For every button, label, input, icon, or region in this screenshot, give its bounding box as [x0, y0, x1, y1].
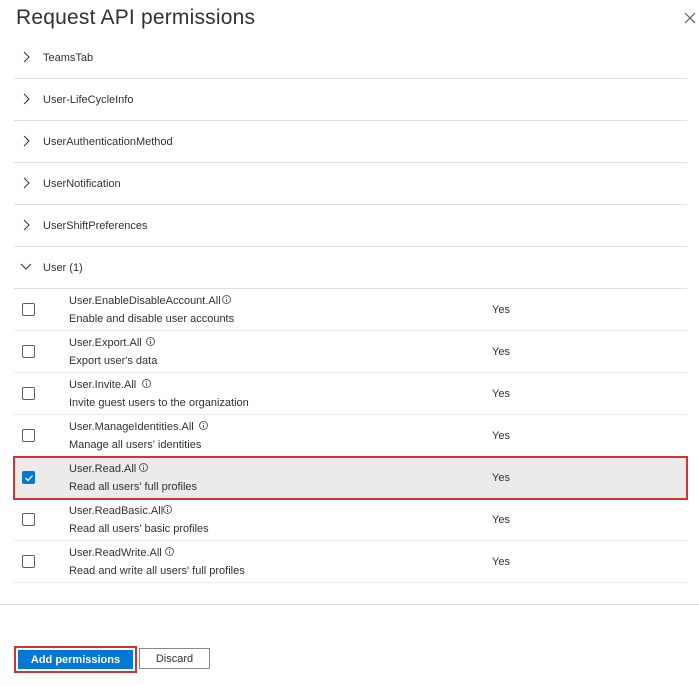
permission-checkbox[interactable]	[22, 345, 35, 358]
permission-description: Invite guest users to the organization	[69, 397, 249, 409]
permission-row[interactable]: User.Invite.All Invite guest users to th…	[14, 373, 687, 415]
permission-description: Read all users' basic profiles	[69, 523, 209, 535]
permission-checkbox[interactable]	[22, 555, 35, 568]
admin-consent-value: Yes	[492, 514, 510, 526]
panel-title: Request API permissions	[16, 6, 256, 29]
permission-description: Read all users' full profiles	[69, 481, 198, 493]
permission-name: User.Invite.All	[69, 379, 137, 391]
permission-name: User.Read.All	[69, 463, 137, 475]
permission-checkbox[interactable]	[22, 387, 35, 400]
group-usernotification[interactable]: UserNotification	[14, 163, 687, 205]
group-teamstab[interactable]: TeamsTab	[14, 38, 687, 79]
group-label: User (1)	[43, 262, 83, 274]
permissions-list: TeamsTab User-LifeCycleInfo UserAuthenti…	[13, 38, 688, 583]
admin-consent-value: Yes	[492, 430, 510, 442]
chevron-down-icon	[20, 263, 32, 270]
group-label: UserShiftPreferences	[43, 220, 148, 232]
chevron-right-icon	[23, 135, 30, 147]
footer-divider	[0, 604, 699, 605]
permission-checkbox[interactable]	[22, 513, 35, 526]
chevron-right-icon	[23, 177, 30, 189]
permission-description: Enable and disable user accounts	[69, 313, 235, 325]
permission-name: User.ReadWrite.All	[69, 547, 162, 559]
permission-row[interactable]: User.Export.All Export user's data Yes	[14, 331, 687, 373]
admin-consent-value: Yes	[492, 304, 510, 316]
add-permissions-highlight: Add permissions	[14, 646, 137, 673]
info-icon[interactable]	[163, 505, 172, 514]
chevron-right-icon	[23, 219, 30, 231]
permission-checkbox[interactable]	[22, 303, 35, 316]
group-label: UserAuthenticationMethod	[43, 136, 173, 148]
checkmark-icon	[25, 475, 33, 482]
group-label: TeamsTab	[43, 52, 94, 64]
add-permissions-button[interactable]: Add permissions	[18, 650, 133, 669]
group-label: UserNotification	[43, 178, 121, 190]
permission-name: User.EnableDisableAccount.All	[69, 295, 221, 307]
permission-row-selected[interactable]: User.Read.All Read all users' full profi…	[13, 456, 688, 500]
permission-description: Read and write all users' full profiles	[69, 565, 245, 577]
info-icon[interactable]	[139, 463, 148, 472]
admin-consent-value: Yes	[492, 388, 510, 400]
chevron-right-icon	[23, 51, 30, 63]
info-icon[interactable]	[146, 337, 155, 346]
permission-checkbox[interactable]	[22, 429, 35, 442]
group-label: User-LifeCycleInfo	[43, 94, 134, 106]
permission-name: User.ReadBasic.All	[69, 505, 164, 517]
admin-consent-value: Yes	[492, 472, 510, 484]
info-icon[interactable]	[199, 421, 208, 430]
permission-row[interactable]: User.ManageIdentities.All Manage all use…	[14, 415, 687, 457]
permission-checkbox-checked[interactable]	[22, 471, 35, 484]
permission-description: Export user's data	[69, 355, 158, 367]
permission-name: User.ManageIdentities.All	[69, 421, 194, 433]
discard-button[interactable]: Discard	[139, 648, 210, 669]
close-icon[interactable]	[681, 9, 699, 27]
info-icon[interactable]	[165, 547, 174, 556]
permission-row[interactable]: User.EnableDisableAccount.All Enable and…	[14, 289, 687, 331]
info-icon[interactable]	[222, 295, 231, 304]
admin-consent-value: Yes	[492, 346, 510, 358]
admin-consent-value: Yes	[492, 556, 510, 568]
chevron-right-icon	[23, 93, 30, 105]
permission-row[interactable]: User.ReadBasic.All Read all users' basic…	[14, 499, 687, 541]
group-usershiftpreferences[interactable]: UserShiftPreferences	[14, 205, 687, 247]
permission-name: User.Export.All	[69, 337, 142, 349]
group-userauthenticationmethod[interactable]: UserAuthenticationMethod	[14, 121, 687, 163]
permission-row[interactable]: User.ReadWrite.All Read and write all us…	[14, 541, 687, 583]
group-user-lifecycleinfo[interactable]: User-LifeCycleInfo	[14, 79, 687, 121]
group-user[interactable]: User (1)	[14, 247, 687, 289]
info-icon[interactable]	[142, 379, 151, 388]
permission-description: Manage all users' identities	[69, 439, 202, 451]
